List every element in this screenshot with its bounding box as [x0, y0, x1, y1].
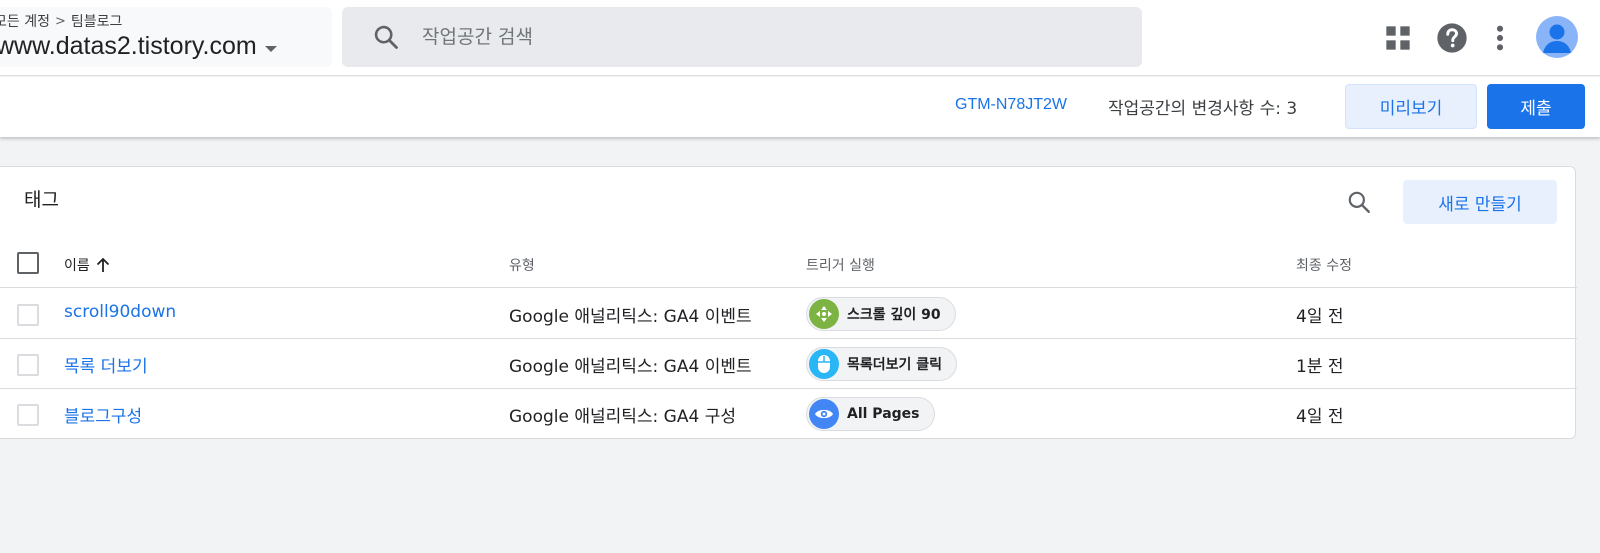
column-header-trigger[interactable]: 트리거 실행	[806, 255, 875, 275]
trigger-label: 목록더보기 클릭	[847, 357, 943, 373]
preview-button[interactable]: 미리보기	[1345, 84, 1477, 129]
account-avatar[interactable]	[1536, 16, 1578, 58]
tags-title: 태그	[24, 189, 59, 211]
last-modified: 4일 전	[1296, 307, 1344, 327]
trigger-chip[interactable]: 목록더보기 클릭	[806, 347, 958, 381]
column-header-type[interactable]: 유형	[509, 255, 535, 275]
container-name[interactable]: www.datas2.tistory.com	[0, 32, 277, 61]
breadcrumb: 모든 계정 > 팀블로그	[0, 11, 122, 31]
container-name-label: www.datas2.tistory.com	[0, 32, 257, 60]
last-modified: 1분 전	[1296, 357, 1344, 377]
trigger-chip[interactable]: All Pages	[806, 397, 935, 431]
trigger-label: 스크롤 깊이 90	[847, 307, 941, 323]
tags-card: 태그 새로 만들기 이름 유형 트리거 실행 최종 수정 scroll90dow…	[0, 166, 1577, 439]
more-vert-icon[interactable]	[1490, 22, 1510, 54]
workspace-search[interactable]	[342, 7, 1142, 67]
row-checkbox[interactable]	[17, 354, 39, 376]
click-mouse-icon	[809, 349, 839, 379]
column-header-modified[interactable]: 최종 수정	[1296, 255, 1352, 275]
table-row[interactable]: 목록 더보기 Google 애널리틱스: GA4 이벤트 목록더보기 클릭 1분…	[0, 339, 1577, 389]
top-bar: 모든 계정 > 팀블로그 www.datas2.tistory.com	[0, 0, 1600, 76]
trigger-label: All Pages	[847, 406, 920, 422]
tag-type: Google 애널리틱스: GA4 이벤트	[509, 357, 752, 377]
container-selector[interactable]: 모든 계정 > 팀블로그 www.datas2.tistory.com	[0, 7, 332, 67]
last-modified: 4일 전	[1296, 407, 1344, 427]
new-tag-button[interactable]: 새로 만들기	[1403, 180, 1557, 224]
tag-name-link[interactable]: 목록 더보기	[64, 352, 148, 377]
submit-button[interactable]: 제출	[1487, 84, 1585, 129]
table-row[interactable]: 블로그구성 Google 애널리틱스: GA4 구성 All Pages 4일 …	[0, 389, 1577, 439]
person-icon	[1543, 24, 1571, 53]
tag-name-link[interactable]: scroll90down	[64, 302, 176, 322]
scroll-depth-icon	[809, 299, 839, 329]
breadcrumb-account[interactable]: 모든 계정	[0, 11, 50, 31]
select-all-checkbox[interactable]	[17, 252, 39, 274]
breadcrumb-container[interactable]: 팀블로그	[71, 11, 123, 31]
caret-down-icon	[264, 45, 277, 52]
chevron-right-icon: >	[54, 13, 66, 29]
tag-type: Google 애널리틱스: GA4 이벤트	[509, 307, 752, 327]
pageview-eye-icon	[809, 399, 839, 429]
trigger-chip[interactable]: 스크롤 깊이 90	[806, 297, 956, 331]
search-icon	[374, 25, 398, 49]
tag-name-link[interactable]: 블로그구성	[64, 402, 142, 427]
table-row[interactable]: scroll90down Google 애널리틱스: GA4 이벤트 스크롤 깊…	[0, 289, 1577, 339]
workspace-search-input[interactable]	[422, 17, 1122, 57]
container-id-link[interactable]: GTM-N78JT2W	[955, 96, 1067, 114]
tag-type: Google 애널리틱스: GA4 구성	[509, 407, 736, 427]
column-header-name-label: 이름	[64, 258, 90, 274]
table-header: 이름 유형 트리거 실행 최종 수정	[0, 239, 1577, 288]
workspace-bar: GTM-N78JT2W 작업공간의 변경사항 수: 3 미리보기 제출	[0, 77, 1600, 137]
table-search-icon[interactable]	[1346, 189, 1372, 215]
row-checkbox[interactable]	[17, 404, 39, 426]
row-checkbox[interactable]	[17, 304, 39, 326]
sort-arrow-up-icon	[96, 257, 109, 272]
help-icon[interactable]	[1436, 22, 1468, 54]
column-header-name[interactable]: 이름	[64, 255, 110, 275]
apps-grid-icon[interactable]	[1384, 24, 1412, 52]
workspace-changes-count: 작업공간의 변경사항 수: 3	[1108, 99, 1298, 119]
